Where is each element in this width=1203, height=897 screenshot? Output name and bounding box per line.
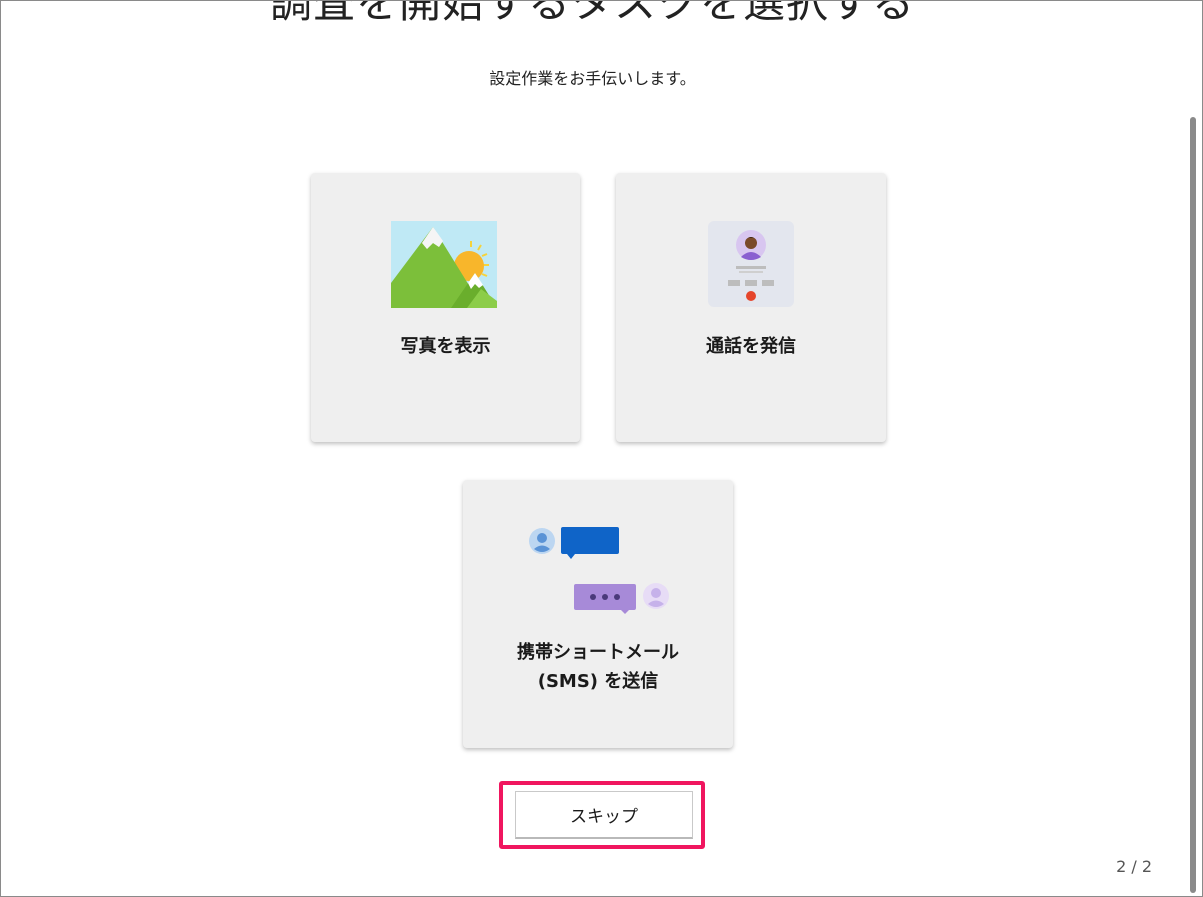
sms-chat-icon (529, 527, 669, 614)
page-subtitle: 設定作業をお手伝いします。 (489, 69, 696, 88)
page-indicator: 2 / 2 (1116, 857, 1152, 876)
call-contact-icon (708, 221, 794, 307)
page-title: 調査を開始するタスクを選択する (269, 0, 915, 27)
task-card-make-call[interactable]: 通話を発信 (616, 173, 886, 442)
task-label-make-call: 通話を発信 (706, 336, 796, 357)
task-label-send-sms-line1: 携帯ショートメール (517, 642, 679, 663)
skip-button[interactable]: スキップ (515, 791, 693, 839)
scrollbar[interactable] (1184, 1, 1202, 896)
photo-mountain-icon (391, 221, 497, 308)
task-label-send-sms-line2: (SMS) を送信 (537, 671, 659, 692)
task-card-send-sms[interactable]: 携帯ショートメール (SMS) を送信 (463, 480, 733, 748)
scrollbar-thumb[interactable] (1190, 117, 1196, 893)
setup-window: 調査を開始するタスクを選択する 設定作業をお手伝いします。 写真を表示 通話を発… (0, 0, 1203, 897)
task-card-view-photos[interactable]: 写真を表示 (311, 173, 580, 442)
task-label-view-photos: 写真を表示 (400, 336, 491, 357)
